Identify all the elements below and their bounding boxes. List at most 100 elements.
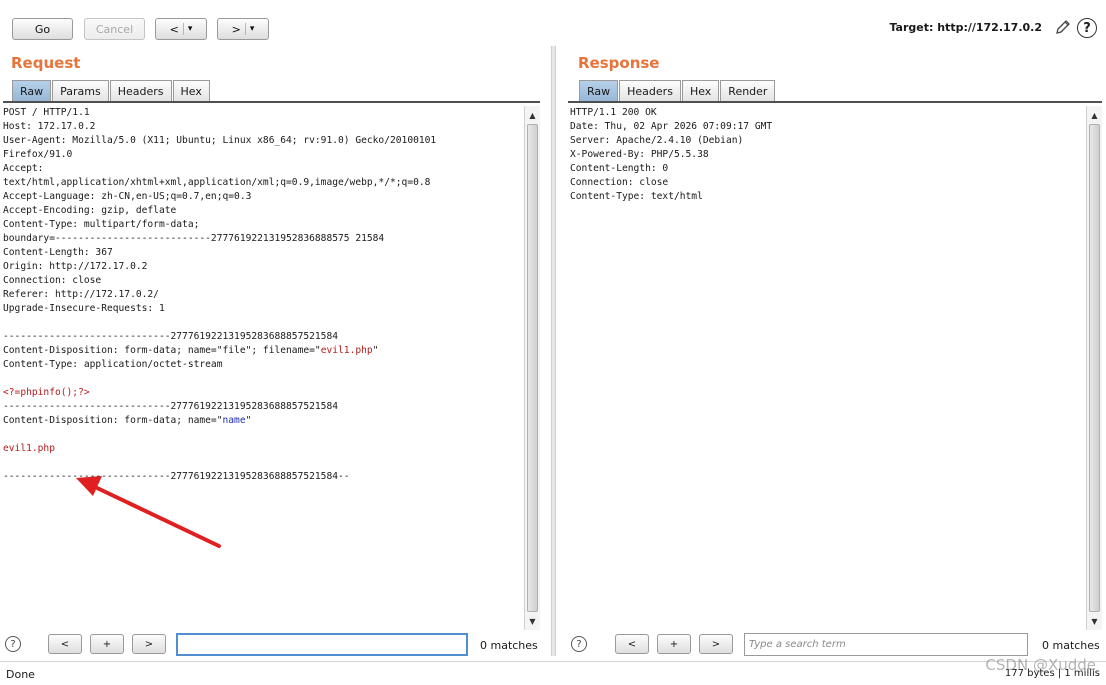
response-search-input[interactable] (744, 633, 1028, 656)
request-tab-params[interactable]: Params (52, 80, 109, 102)
request-title: Request (11, 54, 81, 72)
response-tab-hex[interactable]: Hex (681, 80, 720, 102)
help-glyph: ? (576, 638, 582, 650)
response-line: Content-Type: text/html (570, 190, 1084, 204)
forward-arrow-icon: > (231, 22, 241, 36)
status-text: Done (6, 668, 35, 681)
request-line: -----------------------------27776192213… (3, 400, 522, 414)
scroll-up-icon[interactable]: ▲ (525, 108, 540, 122)
scroll-up-icon[interactable]: ▲ (1087, 108, 1102, 122)
code-segment: Content-Disposition: form-data; name=" (3, 415, 223, 426)
code-segment: Upgrade-Insecure-Requests: 1 (3, 303, 165, 314)
response-tab-headers[interactable]: Headers (619, 80, 681, 102)
status-bar: Done 177 bytes | 1 millis (0, 661, 1106, 685)
back-button[interactable]: < ▾ (155, 18, 207, 40)
request-line: Origin: http://172.17.0.2 (3, 260, 522, 274)
request-line (3, 456, 522, 470)
request-line: Accept: (3, 162, 522, 176)
watermark: CSDN @Xudde (985, 656, 1096, 674)
code-segment: Content-Type: multipart/form-data; (3, 219, 200, 230)
cancel-label: Cancel (95, 22, 134, 36)
code-segment: Firefox/91.0 (3, 149, 73, 160)
code-segment: " (372, 345, 379, 356)
response-line: Content-Length: 0 (570, 162, 1084, 176)
response-tab-render[interactable]: Render (720, 80, 776, 102)
request-line: evil1.php (3, 442, 522, 456)
scroll-thumb[interactable] (527, 124, 538, 612)
request-tab-headers[interactable]: Headers (109, 80, 172, 102)
request-line: Referer: http://172.17.0.2/ (3, 288, 522, 302)
chevron-down-icon[interactable]: ▾ (250, 24, 255, 34)
request-line: Connection: close (3, 274, 522, 288)
toolbar: Go Cancel < ▾ > ▾ Target: http://172.17.… (0, 0, 1106, 46)
request-add-button[interactable]: + (90, 634, 124, 654)
scroll-down-icon[interactable]: ▼ (525, 614, 540, 628)
request-line: Content-Type: multipart/form-data; (3, 218, 522, 232)
response-prev-match-button[interactable]: < (615, 634, 649, 654)
code-segment: Content-Type: application/octet-stream (3, 359, 223, 370)
response-next-match-button[interactable]: > (699, 634, 733, 654)
response-scrollbar[interactable]: ▲ ▼ (1086, 106, 1102, 630)
target-label: Target: http://172.17.0.2 (889, 21, 1042, 34)
request-line: Accept-Encoding: gzip, deflate (3, 204, 522, 218)
response-title: Response (578, 54, 660, 72)
request-tab-raw[interactable]: Raw (12, 80, 52, 102)
request-search-input[interactable] (176, 633, 468, 656)
code-segment: -----------------------------27776192213… (3, 401, 339, 412)
request-line: -----------------------------27776192213… (3, 330, 522, 344)
code-segment: Connection: close (570, 177, 669, 188)
request-line (3, 428, 522, 442)
code-segment: User-Agent: Mozilla/5.0 (X11; Ubuntu; Li… (3, 135, 437, 146)
request-line (3, 372, 522, 386)
request-prev-match-button[interactable]: < (48, 634, 82, 654)
help-glyph: ? (1083, 20, 1091, 36)
response-editor[interactable]: HTTP/1.1 200 OK Date: Thu, 02 Apr 2026 07… (570, 106, 1084, 628)
code-segment: Date: Thu, 02 Apr 2026 07:09:17 GMT (570, 121, 773, 132)
code-segment: boundary=---------------------------2777… (3, 233, 385, 244)
request-line: boundary=---------------------------2777… (3, 232, 522, 246)
request-line: Content-Disposition: form-data; name="na… (3, 414, 522, 428)
scroll-thumb[interactable] (1089, 124, 1100, 612)
help-glyph: ? (10, 638, 16, 650)
request-line: Host: 172.17.0.2 (3, 120, 522, 134)
request-editor[interactable]: POST / HTTP/1.1 Host: 172.17.0.2 User-Agen… (3, 106, 522, 628)
code-segment: <?=phpinfo();?> (3, 387, 90, 398)
code-segment: HTTP/1.1 200 OK (570, 107, 657, 118)
code-segment: POST / HTTP/1.1 (3, 107, 90, 118)
request-scrollbar[interactable]: ▲ ▼ (524, 106, 540, 630)
code-segment: Connection: close (3, 275, 102, 286)
code-segment: Host: 172.17.0.2 (3, 121, 96, 132)
code-segment: X-Powered-By: PHP/5.5.38 (570, 149, 709, 160)
request-line: User-Agent: Mozilla/5.0 (X11; Ubuntu; Li… (3, 134, 522, 148)
request-help-icon[interactable]: ? (5, 636, 21, 652)
go-label: Go (34, 22, 51, 36)
scroll-down-icon[interactable]: ▼ (1087, 614, 1102, 628)
response-help-icon[interactable]: ? (571, 636, 587, 652)
code-segment: text/html,application/xhtml+xml,applicat… (3, 177, 431, 188)
request-line (3, 316, 522, 330)
request-line: text/html,application/xhtml+xml,applicat… (3, 176, 522, 190)
response-add-button[interactable]: + (657, 634, 691, 654)
request-tab-hex[interactable]: Hex (172, 80, 210, 102)
pane-splitter[interactable] (551, 46, 556, 656)
plus-icon: + (669, 638, 679, 650)
pencil-icon[interactable] (1054, 18, 1072, 36)
response-tab-raw[interactable]: Raw (579, 80, 619, 102)
request-next-match-button[interactable]: > (132, 634, 166, 654)
request-tab-underline (3, 101, 540, 103)
request-matches-count: 0 matches (480, 639, 538, 652)
chevron-down-icon[interactable]: ▾ (188, 24, 193, 34)
code-segment: -----------------------------27776192213… (3, 331, 339, 342)
code-segment: name (222, 415, 246, 426)
code-segment: Content-Type: text/html (570, 191, 703, 202)
cancel-button[interactable]: Cancel (84, 18, 145, 40)
help-icon[interactable]: ? (1077, 18, 1097, 38)
code-segment: -----------------------------27776192213… (3, 471, 350, 482)
code-segment: Referer: http://172.17.0.2/ (3, 289, 159, 300)
request-line: POST / HTTP/1.1 (3, 106, 522, 120)
request-line: Content-Disposition: form-data; name="fi… (3, 344, 522, 358)
code-segment: Content-Disposition: form-data; name="fi… (3, 345, 321, 356)
forward-button[interactable]: > ▾ (217, 18, 269, 40)
go-button[interactable]: Go (12, 18, 73, 40)
code-segment: Content-Length: 0 (570, 163, 669, 174)
